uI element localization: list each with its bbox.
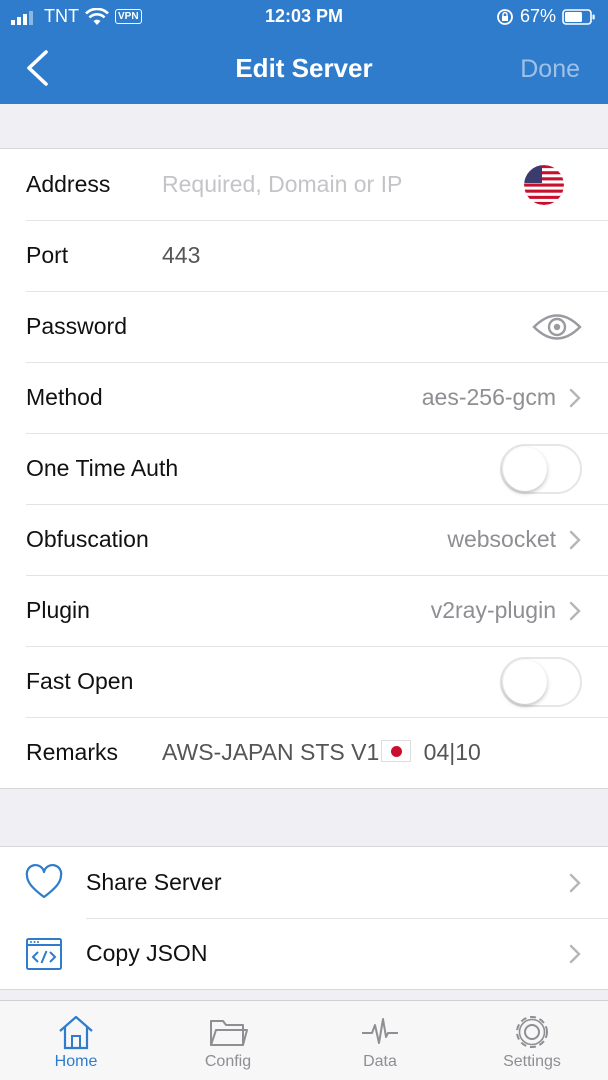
tab-data-label: Data — [363, 1053, 397, 1070]
one-time-auth-toggle[interactable] — [500, 443, 582, 494]
folder-icon — [210, 1020, 248, 1046]
port-row[interactable]: Port 443 — [0, 220, 608, 291]
one-time-auth-row: One Time Auth — [0, 433, 608, 504]
heart-icon — [25, 863, 63, 898]
tab-settings-label: Settings — [503, 1053, 561, 1070]
copy-json-label: Copy JSON — [86, 940, 208, 966]
share-server-row[interactable]: Share Server — [0, 847, 608, 918]
password-label: Password — [26, 313, 127, 339]
port-label: Port — [26, 242, 69, 268]
share-server-label: Share Server — [86, 869, 222, 895]
remarks-suffix: 04|10 — [423, 739, 481, 765]
tab-settings[interactable]: Settings — [456, 1001, 608, 1080]
us-flag-icon — [524, 164, 564, 205]
tab-home[interactable]: Home — [0, 1001, 152, 1080]
chevron-right-icon — [569, 601, 581, 620]
plugin-value: v2ray-plugin — [430, 597, 556, 623]
remarks-prefix: AWS-JAPAN STS V1 — [162, 739, 380, 765]
home-icon — [59, 1015, 93, 1050]
gear-icon — [516, 1016, 548, 1048]
japan-flag-icon — [381, 740, 412, 762]
port-input[interactable]: 443 — [162, 242, 200, 269]
plugin-label: Plugin — [26, 597, 90, 623]
method-value: aes-256-gcm — [421, 384, 556, 410]
chevron-right-icon — [569, 530, 581, 549]
chevron-right-icon — [569, 388, 581, 407]
header: TNT VPN 12:03 PM 67% Edit Server Done — [0, 0, 608, 104]
done-button[interactable]: Done — [520, 55, 580, 84]
code-icon — [26, 937, 62, 970]
copy-json-row[interactable]: Copy JSON — [0, 918, 608, 989]
obfuscation-value: websocket — [447, 526, 556, 552]
obfuscation-row[interactable]: Obfuscation websocket — [0, 504, 608, 575]
orientation-lock-icon — [497, 8, 513, 25]
password-row[interactable]: Password — [0, 291, 608, 362]
remarks-row[interactable]: Remarks AWS-JAPAN STS V1 04|10 — [0, 717, 608, 788]
fast-open-row: Fast Open — [0, 646, 608, 717]
remarks-input[interactable]: AWS-JAPAN STS V1 04|10 — [162, 739, 481, 766]
eye-icon[interactable] — [532, 310, 582, 344]
plugin-row[interactable]: Plugin v2ray-plugin — [0, 575, 608, 646]
obfuscation-label: Obfuscation — [26, 526, 149, 552]
battery-icon — [562, 8, 595, 25]
address-row[interactable]: Address Required, Domain or IP — [0, 149, 608, 220]
battery-percent: 67% — [519, 6, 556, 26]
one-time-auth-label: One Time Auth — [26, 455, 179, 481]
chevron-right-icon — [569, 944, 581, 963]
server-form: Address Required, Domain or IP Port 443 … — [0, 148, 608, 789]
tab-config[interactable]: Config — [152, 1001, 304, 1080]
tab-config-label: Config — [204, 1053, 252, 1070]
chevron-right-icon — [569, 873, 581, 892]
fast-open-toggle[interactable] — [500, 656, 582, 707]
tab-home-label: Home — [54, 1053, 98, 1070]
address-label: Address — [26, 171, 111, 197]
address-input[interactable]: Required, Domain or IP — [162, 171, 402, 198]
fast-open-label: Fast Open — [26, 668, 134, 694]
pulse-icon — [362, 1018, 398, 1044]
toggle-knob — [503, 659, 547, 704]
toggle-knob — [503, 446, 547, 491]
method-label: Method — [26, 384, 103, 410]
status-bar: TNT VPN 12:03 PM 67% — [0, 0, 608, 34]
actions-section: Share Server Copy JSON — [0, 846, 608, 990]
status-right: 67% — [496, 6, 596, 27]
nav-bar: Edit Server Done — [0, 34, 608, 104]
remarks-label: Remarks — [26, 739, 119, 765]
page-title: Edit Server — [235, 53, 373, 83]
tab-data[interactable]: Data — [304, 1001, 456, 1080]
tab-bar: Home Config Data Settings — [0, 1000, 608, 1080]
method-row[interactable]: Method aes-256-gcm — [0, 362, 608, 433]
